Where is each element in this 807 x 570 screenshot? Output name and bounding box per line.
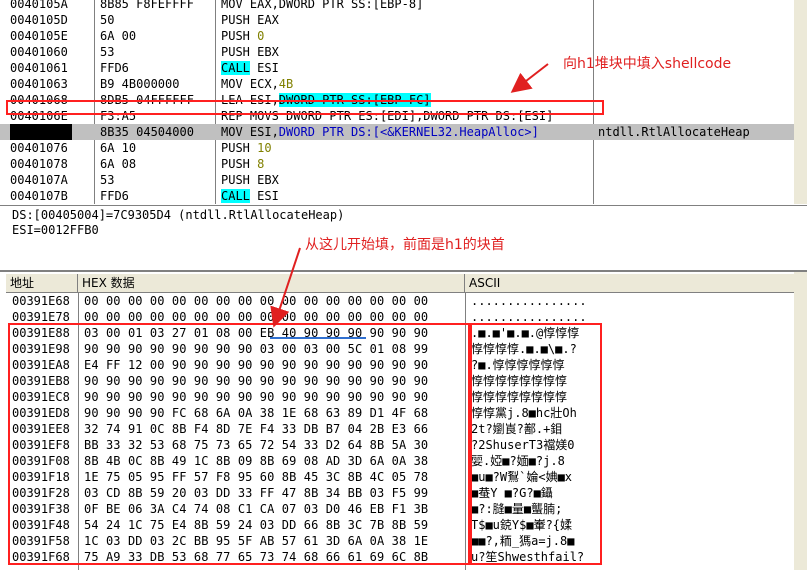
instruction-memory-operand: DWORD PTR DS:[<&KERNEL32.HeapAlloc>] (278, 125, 539, 139)
dump-row[interactable]: 00391E68 00 00 00 00 00 00 00 00 00 00 00… (6, 293, 807, 309)
disasm-bytes: 6A 10 (100, 141, 137, 155)
instruction-text: MOV EAX,DWORD PTR SS:[EBP-8] (221, 0, 424, 11)
annotation-fill-shellcode: 向h1堆块中填入shellcode (563, 56, 732, 72)
disasm-bytes: 53 (100, 173, 115, 187)
highlight-ascii-shellcode (470, 323, 602, 565)
instruction-op: PUSH (221, 157, 258, 171)
disasm-instruction: PUSH 8 (221, 156, 264, 172)
disasm-address: 0040107B (10, 189, 68, 203)
disasm-comment: ntdll.RtlAllocateHeap (598, 125, 750, 139)
disasm-bytes: 8B35 04504000 (100, 125, 194, 139)
instruction-operand: 4B (278, 77, 294, 91)
disasm-address: 00401076 (10, 141, 68, 155)
dump-hex-bytes: 00 00 00 00 00 00 00 00 00 00 00 00 00 0… (84, 294, 429, 308)
dump-address: 00391E68 (12, 294, 70, 308)
disasm-instruction: MOV ECX,4B (221, 76, 293, 92)
info-line-register: ESI=0012FFB0 (12, 223, 99, 237)
disasm-address: 0040107A (10, 173, 68, 187)
highlight-rep-movs (6, 100, 604, 115)
disasm-row[interactable]: 00401070 8B35 04504000 MOV ESI,DWORD PTR D… (0, 124, 807, 140)
instruction-text: PUSH EBX (221, 45, 279, 59)
annotation-start-here: 从这儿开始填，前面是h1的块首 (305, 237, 505, 253)
disasm-address: 00401061 (10, 61, 68, 75)
instruction-operand: 0 (257, 29, 265, 43)
instruction-text: PUSH EAX (221, 13, 279, 27)
instruction-op: MOV ECX, (221, 77, 279, 91)
dump-ascii: ................ (471, 294, 587, 308)
disasm-address: 00401070 (10, 124, 72, 140)
disasm-row[interactable]: 0040107A 53 PUSH EBX (0, 172, 807, 188)
disasm-bytes: 8B85 F8FEFFFF (100, 0, 194, 11)
disasm-bytes: FFD6 (100, 61, 129, 75)
disasm-bytes: 50 (100, 13, 115, 27)
disasm-instruction: MOV ESI,DWORD PTR DS:[<&KERNEL32.HeapAll… (221, 124, 539, 140)
disasm-address: 0040105D (10, 13, 68, 27)
disasm-instruction: CALL ESI (221, 60, 279, 76)
disasm-instruction: PUSH 10 (221, 140, 272, 156)
header-address[interactable]: 地址 (6, 274, 78, 292)
instruction-op: PUSH (221, 141, 258, 155)
disasm-bytes: 6A 00 (100, 29, 137, 43)
disasm-instruction: PUSH EBX (221, 44, 279, 60)
disasm-row[interactable]: 0040105A 8B85 F8FEFFFF MOV EAX,DWORD PTR S… (0, 0, 807, 12)
disasm-row[interactable]: 00401078 6A 08 PUSH 8 (0, 156, 807, 172)
call-mnemonic: CALL (221, 61, 250, 75)
disasm-address: 00401060 (10, 45, 68, 59)
instruction-text: PUSH EBX (221, 173, 279, 187)
instruction-operand: ESI (249, 189, 279, 203)
underline-jmp-bytes (270, 337, 366, 339)
header-ascii[interactable]: ASCII (465, 274, 800, 292)
disasm-instruction: PUSH EBX (221, 172, 279, 188)
disasm-bytes: B9 4B000000 (100, 77, 180, 91)
instruction-operand: ESI (249, 61, 279, 75)
disasm-address: 00401078 (10, 157, 68, 171)
dump-header: 地址 HEX 数据 ASCII (6, 274, 807, 293)
disasm-address: 00401063 (10, 77, 68, 91)
disassembly-scrollbar[interactable] (794, 0, 807, 204)
dump-scrollbar[interactable] (794, 272, 807, 570)
highlight-hex-shellcode (8, 323, 470, 565)
disasm-bytes: FFD6 (100, 189, 129, 203)
instruction-operand: 10 (257, 141, 272, 155)
disasm-row[interactable]: 00401076 6A 10 PUSH 10 (0, 140, 807, 156)
instruction-operand: 8 (257, 157, 265, 171)
disasm-address: 0040105A (10, 0, 68, 11)
disasm-instruction: PUSH EAX (221, 12, 279, 28)
disasm-row[interactable]: 0040105E 6A 00 PUSH 0 (0, 28, 807, 44)
disasm-bytes: 6A 08 (100, 157, 137, 171)
call-mnemonic: CALL (221, 189, 250, 203)
disasm-row[interactable]: 0040105D 50 PUSH EAX (0, 12, 807, 28)
disasm-address: 0040105E (10, 29, 68, 43)
disasm-row[interactable]: 0040107B FFD6 CALL ESI (0, 188, 807, 204)
disasm-bytes: 53 (100, 45, 115, 59)
info-line-memory: DS:[00405004]=7C9305D4 (ntdll.RtlAllocat… (12, 208, 345, 222)
disasm-row[interactable]: 00401063 B9 4B000000 MOV ECX,4B (0, 76, 807, 92)
instruction-op: PUSH (221, 29, 258, 43)
disasm-instruction: CALL ESI (221, 188, 279, 204)
disasm-instruction: MOV EAX,DWORD PTR SS:[EBP-8] (221, 0, 423, 12)
disasm-instruction: PUSH 0 (221, 28, 264, 44)
instruction-op: MOV ESI, (221, 125, 279, 139)
header-hex[interactable]: HEX 数据 (78, 274, 465, 292)
